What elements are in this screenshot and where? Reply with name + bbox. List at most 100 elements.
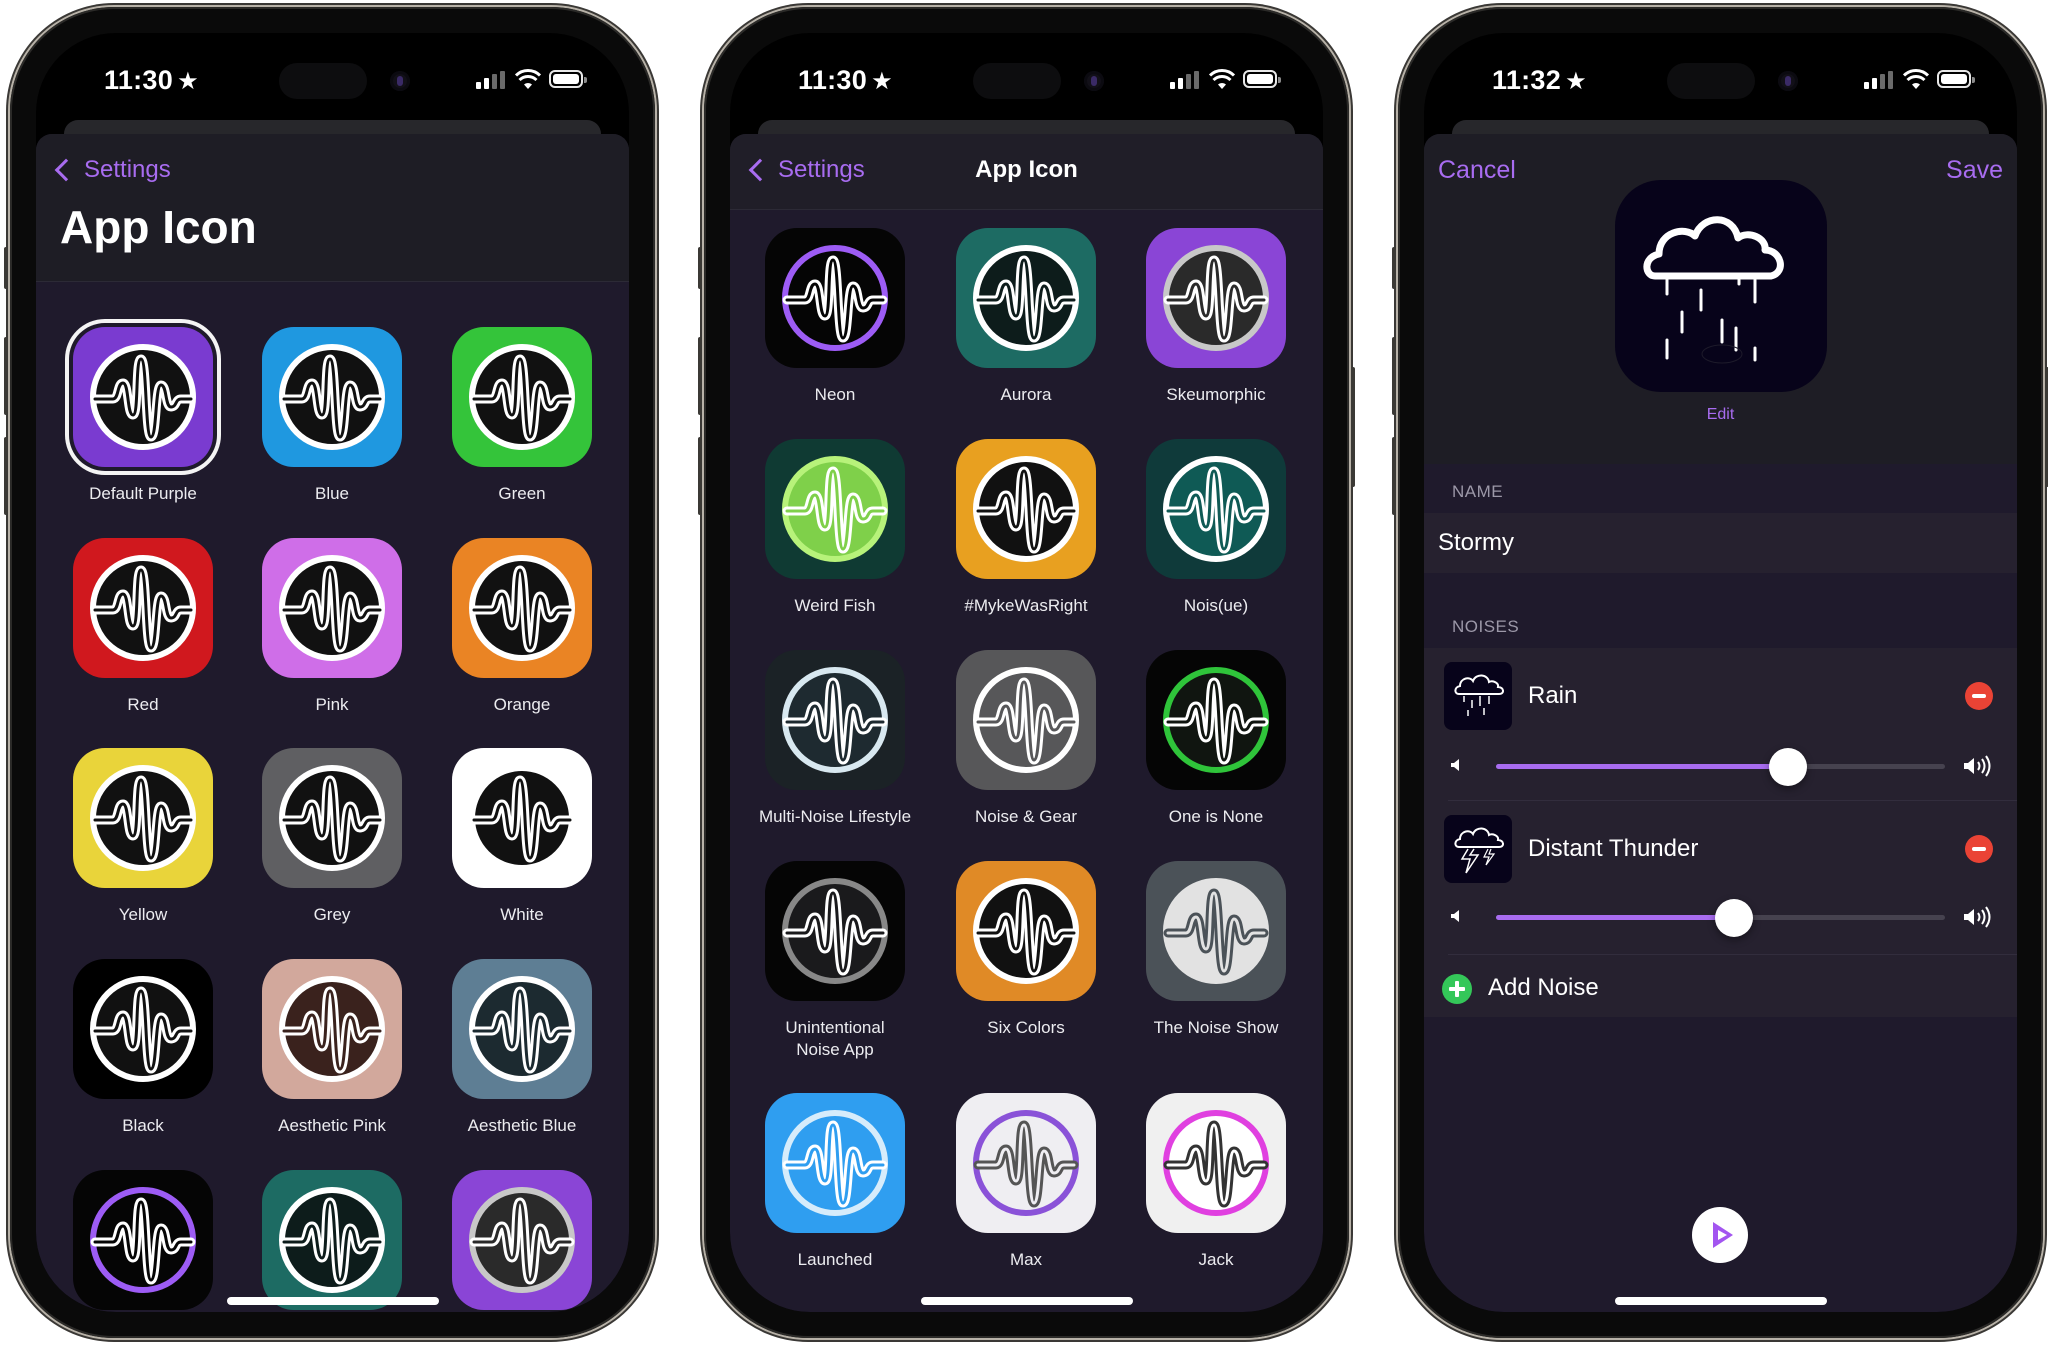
app-icon-image — [452, 959, 592, 1099]
app-icon-option[interactable]: #MykeWasRight — [931, 439, 1121, 617]
app-icon-option[interactable]: Unintentional Noise App — [740, 861, 930, 1061]
app-icon-option[interactable]: Six Colors — [931, 861, 1121, 1039]
cellular-signal-icon — [1864, 71, 1894, 89]
app-icon-label: Aesthetic Blue — [467, 1116, 577, 1135]
app-icon-option[interactable]: Launched — [740, 1093, 930, 1271]
play-button[interactable] — [1692, 1207, 1748, 1263]
add-noise-button[interactable]: Add Noise — [1424, 958, 2017, 1017]
app-icon-image — [452, 1170, 592, 1310]
phone-frame-1: 11:30 ★ Settings App Icon Default Purple B… — [4, 7, 655, 1338]
volume-up-button — [698, 337, 702, 415]
volume-high-icon — [1964, 906, 1991, 928]
app-icon-image — [1146, 650, 1286, 790]
name-field[interactable]: Stormy — [1424, 513, 2017, 573]
volume-low-icon — [1451, 910, 1459, 922]
preset-icon[interactable] — [1615, 180, 1827, 392]
remove-noise-button[interactable] — [1965, 682, 1993, 710]
waveform-logo-icon — [1163, 456, 1269, 562]
app-icon-image — [452, 327, 592, 467]
app-icon-option[interactable]: One is None — [1121, 650, 1311, 828]
volume-slider[interactable] — [1496, 747, 1945, 786]
app-icon-image — [956, 439, 1096, 579]
volume-slider-fill — [1496, 915, 1734, 920]
back-button[interactable]: Settings — [52, 156, 171, 184]
app-icon-option[interactable]: Red — [48, 538, 238, 716]
app-icon-option[interactable]: The Noise Show — [1121, 861, 1311, 1039]
name-value[interactable]: Stormy — [1438, 529, 1514, 557]
status-time: 11:30 ★ — [798, 65, 893, 95]
save-button[interactable]: Save — [1946, 156, 2003, 185]
waveform-logo-icon — [782, 1110, 888, 1216]
app-icon-option[interactable]: Green — [427, 327, 617, 505]
camera-icon — [1084, 71, 1104, 91]
app-icon-image — [765, 1093, 905, 1233]
app-icon-label: One is None — [1168, 807, 1264, 826]
waveform-logo-icon — [1163, 878, 1269, 984]
rain-cloud-icon — [1444, 662, 1512, 730]
app-icon-option[interactable]: Nois(ue) — [1121, 439, 1311, 617]
waveform-logo-icon — [782, 245, 888, 351]
home-indicator[interactable] — [921, 1297, 1133, 1305]
app-icon-label: White — [500, 905, 544, 924]
app-icon-image — [765, 650, 905, 790]
waveform-logo-icon — [973, 878, 1079, 984]
wifi-icon — [1209, 69, 1235, 89]
app-icon-option[interactable]: Noise & Gear — [931, 650, 1121, 828]
app-icon-option[interactable]: White — [427, 748, 617, 926]
app-icon-label: Unintentional Noise App — [785, 1018, 885, 1059]
waveform-logo-icon — [90, 1187, 196, 1293]
volume-slider-thumb[interactable] — [1714, 898, 1753, 937]
app-icon-option[interactable]: Default Purple — [48, 327, 238, 505]
noise-name: Distant Thunder — [1528, 835, 1699, 862]
app-icon-label: Max — [1009, 1250, 1043, 1269]
app-icon-label: Weird Fish — [794, 596, 876, 615]
app-icon-option[interactable]: Aesthetic Pink — [237, 959, 427, 1137]
app-icon-option[interactable]: Neon — [48, 1170, 238, 1312]
app-icon-label: Black — [122, 1116, 164, 1135]
battery-icon — [1243, 70, 1281, 88]
dynamic-island — [1667, 63, 1755, 99]
status-time: 11:32 ★ — [1492, 65, 1587, 95]
waveform-logo-icon — [469, 555, 575, 661]
app-icon-label: Grey — [313, 905, 351, 924]
app-icon-option[interactable]: Max — [931, 1093, 1121, 1271]
app-icon-option[interactable]: Multi-Noise Lifestyle — [740, 650, 930, 828]
waveform-logo-icon — [973, 245, 1079, 351]
app-icon-option[interactable]: Skeumorphic — [1121, 228, 1311, 406]
app-icon-label: #MykeWasRight — [964, 596, 1088, 615]
app-icon-option[interactable]: Aurora — [931, 228, 1121, 406]
noise-row: Rain — [1424, 648, 2017, 801]
remove-noise-button[interactable] — [1965, 835, 1993, 863]
app-icon-option[interactable]: Pink — [237, 538, 427, 716]
app-icon-option[interactable]: Black — [48, 959, 238, 1137]
app-icon-image — [452, 538, 592, 678]
volume-slider-thumb[interactable] — [1768, 747, 1807, 786]
app-icon-option[interactable]: Weird Fish — [740, 439, 930, 617]
app-icon-option[interactable]: Jack — [1121, 1093, 1311, 1271]
waveform-logo-icon — [782, 456, 888, 562]
app-icon-label: Orange — [493, 695, 551, 714]
volume-slider[interactable] — [1496, 898, 1945, 937]
noise-name: Rain — [1528, 682, 1578, 709]
app-icon-label: Jack — [1198, 1250, 1234, 1269]
home-indicator[interactable] — [227, 1297, 439, 1305]
app-icon-option[interactable]: Skeumorphic — [427, 1170, 617, 1312]
cancel-button[interactable]: Cancel — [1438, 156, 1516, 185]
app-icon-option[interactable]: Aesthetic Blue — [427, 959, 617, 1137]
app-icon-option[interactable]: Aurora — [237, 1170, 427, 1312]
home-indicator[interactable] — [1615, 1297, 1827, 1305]
app-icon-label: Blue — [314, 484, 350, 503]
edit-icon-button[interactable]: Edit — [1424, 406, 2017, 424]
app-icon-image — [1146, 439, 1286, 579]
app-icon-option[interactable]: Neon — [740, 228, 930, 406]
app-icon-option[interactable]: Yellow — [48, 748, 238, 926]
dynamic-island — [973, 63, 1061, 99]
app-icon-option[interactable]: Blue — [237, 327, 427, 505]
status-bar: 11:30 ★ — [36, 33, 629, 123]
app-icon-image — [956, 861, 1096, 1001]
app-icon-label: Multi-Noise Lifestyle — [758, 807, 912, 826]
cellular-signal-icon — [476, 71, 506, 89]
app-icon-option[interactable]: Grey — [237, 748, 427, 926]
waveform-logo-icon — [973, 667, 1079, 773]
app-icon-option[interactable]: Orange — [427, 538, 617, 716]
